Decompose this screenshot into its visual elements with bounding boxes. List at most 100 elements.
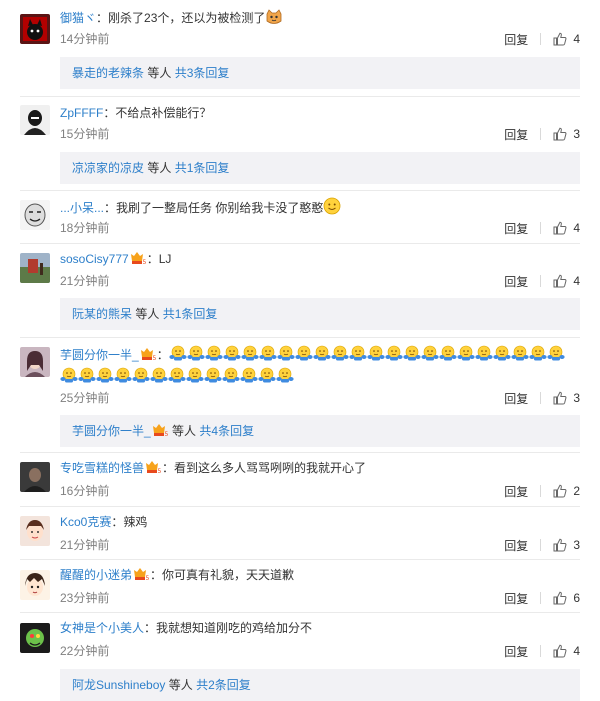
black-cat-icon bbox=[20, 14, 50, 44]
like-button[interactable]: 4 bbox=[553, 32, 580, 46]
hug-emoji-icon bbox=[222, 366, 240, 391]
view-replies-link[interactable]: 共1条回复 bbox=[163, 307, 218, 321]
like-button[interactable]: 4 bbox=[553, 274, 580, 288]
cat-face-emoji-icon bbox=[265, 9, 283, 29]
vip-badge-icon: 5 bbox=[140, 346, 156, 362]
like-button[interactable]: 6 bbox=[553, 591, 580, 605]
thumbs-up-icon bbox=[553, 32, 567, 46]
avatar[interactable] bbox=[20, 516, 50, 546]
avatar[interactable] bbox=[20, 570, 50, 600]
svg-text:5: 5 bbox=[152, 355, 156, 361]
timestamp: 23分钟前 bbox=[60, 591, 110, 605]
hug-emoji-icon bbox=[313, 344, 331, 369]
comment-text: LJ bbox=[158, 252, 172, 266]
view-replies-link[interactable]: 共2条回复 bbox=[196, 678, 251, 692]
view-replies-link[interactable]: 共1条回复 bbox=[175, 161, 230, 175]
comment-divider bbox=[20, 559, 580, 560]
username-link[interactable]: 御猫ヾ bbox=[60, 11, 96, 25]
timestamp: 21分钟前 bbox=[60, 274, 110, 288]
hug-emoji-icon bbox=[331, 344, 349, 369]
comment-divider bbox=[20, 243, 580, 244]
reply-button[interactable]: 回复 bbox=[504, 220, 528, 237]
sub-reply-user[interactable]: 阿龙Sunshineboy bbox=[72, 678, 165, 692]
username-link[interactable]: 醒醒的小迷弟 bbox=[60, 568, 132, 582]
cartoon-girl-icon bbox=[20, 516, 50, 546]
sub-reply-user[interactable]: 芋圆分你一半_ bbox=[72, 424, 151, 438]
username-link[interactable]: 芋圆分你一半_ bbox=[60, 348, 139, 362]
sub-replies-summary[interactable]: 阮某的熊呆 等人 共1条回复 bbox=[60, 298, 580, 330]
hug-emoji-icon bbox=[78, 366, 96, 391]
like-count: 3 bbox=[573, 538, 580, 552]
thumbs-up-icon bbox=[553, 127, 567, 141]
sub-replies-summary[interactable]: 凉凉家的凉皮 等人 共1条回复 bbox=[60, 152, 580, 184]
girl-portrait-icon bbox=[20, 347, 50, 377]
sub-reply-user[interactable]: 暴走的老辣条 bbox=[72, 66, 144, 80]
reply-button[interactable]: 回复 bbox=[504, 31, 528, 48]
username-link[interactable]: ZpFFFF bbox=[60, 106, 103, 120]
username-link[interactable]: ...小呆... bbox=[60, 201, 104, 215]
hug-emoji-icon bbox=[114, 366, 132, 391]
hug-emoji-icon bbox=[421, 344, 439, 369]
username-link[interactable]: 专吃雪糕的怪兽 bbox=[60, 461, 144, 475]
sub-replies-summary[interactable]: 暴走的老辣条 等人 共3条回复 bbox=[60, 57, 580, 89]
thumbs-up-icon bbox=[553, 274, 567, 288]
like-button[interactable]: 2 bbox=[553, 484, 580, 498]
hug-emoji-icon bbox=[96, 366, 114, 391]
hug-emoji-icon bbox=[295, 344, 313, 369]
comment-actions: 回复 6 bbox=[504, 590, 580, 607]
reply-button[interactable]: 回复 bbox=[504, 537, 528, 554]
username-link[interactable]: sosoCisy777 bbox=[60, 252, 129, 266]
comment-actions: 回复 4 bbox=[504, 273, 580, 290]
sub-replies-summary[interactable]: 芋圆分你一半_ 5 等人 共4条回复 bbox=[60, 415, 580, 447]
comment-actions: 回复 3 bbox=[504, 537, 580, 554]
reply-button[interactable]: 回复 bbox=[504, 590, 528, 607]
sub-reply-user[interactable]: 阮某的熊呆 bbox=[72, 307, 132, 321]
view-replies-link[interactable]: 共4条回复 bbox=[199, 424, 254, 438]
avatar[interactable] bbox=[20, 200, 50, 230]
vip-badge-icon: 5 bbox=[152, 417, 168, 438]
avatar[interactable] bbox=[20, 623, 50, 653]
like-button[interactable]: 3 bbox=[553, 127, 580, 141]
timestamp: 16分钟前 bbox=[60, 484, 110, 498]
avatar[interactable] bbox=[20, 347, 50, 377]
hug-emoji-icon bbox=[457, 344, 475, 369]
comment-actions: 回复 3 bbox=[504, 390, 580, 407]
reply-button[interactable]: 回复 bbox=[504, 273, 528, 290]
avatar[interactable] bbox=[20, 462, 50, 492]
timestamp: 15分钟前 bbox=[60, 127, 110, 141]
comment-text: 刚杀了23个，还以为被检测了 bbox=[108, 11, 266, 25]
avatar[interactable] bbox=[20, 105, 50, 135]
hug-emoji-icon bbox=[276, 366, 294, 391]
svg-text:5: 5 bbox=[146, 575, 150, 581]
comment-text: 辣鸡 bbox=[123, 515, 148, 529]
sub-replies-summary[interactable]: 阿龙Sunshineboy 等人 共2条回复 bbox=[60, 669, 580, 701]
comment-text: 我就想知道刚吃的鸡给加分不 bbox=[156, 621, 313, 635]
hug-emoji-icon bbox=[511, 344, 529, 369]
reply-button[interactable]: 回复 bbox=[504, 390, 528, 407]
comment-content: ...小呆...：我刷了一整局任务 你别给我卡没了憨憨 bbox=[60, 197, 580, 219]
hug-emoji-icon bbox=[204, 366, 222, 391]
reply-button[interactable]: 回复 bbox=[504, 483, 528, 500]
avatar[interactable] bbox=[20, 14, 50, 44]
sub-reply-user[interactable]: 凉凉家的凉皮 bbox=[72, 161, 144, 175]
thumbs-up-icon bbox=[553, 591, 567, 605]
dark-portrait-icon bbox=[20, 462, 50, 492]
like-button[interactable]: 3 bbox=[553, 538, 580, 552]
view-replies-link[interactable]: 共3条回复 bbox=[175, 66, 230, 80]
thumbs-up-icon bbox=[553, 644, 567, 658]
thumbs-up-icon bbox=[553, 221, 567, 235]
vip-badge-icon: 5 bbox=[145, 460, 162, 475]
hug-emoji-icon bbox=[475, 344, 493, 369]
like-button[interactable]: 4 bbox=[553, 221, 580, 235]
like-button[interactable]: 3 bbox=[553, 391, 580, 405]
reply-button[interactable]: 回复 bbox=[504, 126, 528, 143]
comment-content: 女神是个小美人：我就想知道刚吃的鸡给加分不 bbox=[60, 621, 313, 635]
username-link[interactable]: Kco0克赛 bbox=[60, 515, 111, 529]
hug-emoji-icon bbox=[403, 344, 421, 369]
like-button[interactable]: 4 bbox=[553, 644, 580, 658]
avatar[interactable] bbox=[20, 253, 50, 283]
username-link[interactable]: 女神是个小美人 bbox=[60, 621, 144, 635]
vip-badge-icon: 5 bbox=[130, 251, 146, 266]
comment-content-wrap bbox=[60, 366, 294, 391]
reply-button[interactable]: 回复 bbox=[504, 643, 528, 660]
